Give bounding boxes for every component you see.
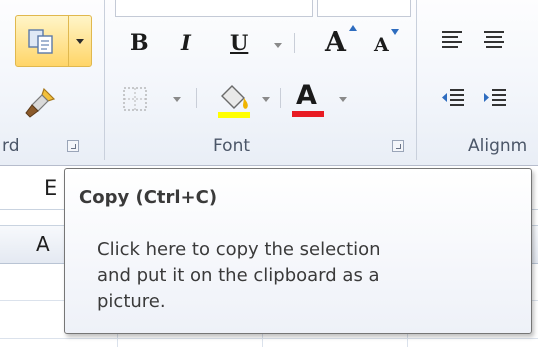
clipboard-dialog-launcher[interactable] bbox=[67, 140, 79, 152]
font-color-button[interactable]: A bbox=[296, 80, 317, 111]
divider bbox=[294, 33, 295, 53]
ribbon: rd B I U A A A Font Alignm bbox=[0, 0, 538, 166]
fill-color-dropdown-icon[interactable] bbox=[262, 97, 270, 102]
tooltip-body-line: and put it on the clipboard as a bbox=[97, 265, 380, 286]
increase-indent-icon[interactable] bbox=[482, 86, 508, 112]
tooltip-body-line: picture. bbox=[97, 291, 166, 312]
shrink-arrow-icon bbox=[391, 29, 399, 35]
italic-button[interactable]: I bbox=[181, 30, 191, 55]
tooltip-body: Click here to copy the selection and put… bbox=[97, 237, 517, 315]
name-box[interactable]: E bbox=[44, 176, 57, 200]
borders-icon[interactable] bbox=[122, 86, 148, 112]
shrink-font-button[interactable]: A bbox=[374, 34, 389, 56]
font-group-label: Font bbox=[213, 136, 251, 156]
tooltip-body-line: Click here to copy the selection bbox=[97, 239, 381, 260]
copy-button[interactable] bbox=[15, 15, 92, 67]
font-dialog-launcher[interactable] bbox=[392, 140, 404, 152]
decrease-indent-icon[interactable] bbox=[440, 86, 466, 112]
group-separator bbox=[104, 0, 105, 160]
grid-line bbox=[0, 338, 538, 339]
chevron-down-icon bbox=[76, 38, 84, 44]
font-color-dropdown-icon[interactable] bbox=[339, 97, 347, 102]
group-separator bbox=[416, 0, 417, 160]
format-painter-icon bbox=[25, 87, 56, 118]
fill-color-icon[interactable] bbox=[216, 80, 254, 120]
alignment-group-label: Alignm bbox=[468, 136, 528, 156]
grow-arrow-icon bbox=[349, 25, 357, 31]
underline-button[interactable]: U bbox=[230, 30, 248, 55]
copy-options-dropdown[interactable] bbox=[69, 16, 91, 66]
format-painter-button[interactable] bbox=[15, 80, 67, 124]
font-color-bar bbox=[292, 111, 324, 117]
align-middle-icon[interactable] bbox=[482, 28, 506, 52]
copy-icon[interactable] bbox=[16, 16, 69, 66]
column-header-a[interactable]: A bbox=[36, 232, 50, 256]
font-name-combo[interactable] bbox=[115, 0, 313, 17]
tooltip-title: Copy (Ctrl+C) bbox=[79, 187, 218, 208]
underline-dropdown-icon[interactable] bbox=[274, 43, 282, 48]
grow-font-button[interactable]: A bbox=[325, 27, 346, 58]
copy-tooltip: Copy (Ctrl+C) Click here to copy the sel… bbox=[64, 168, 532, 334]
borders-dropdown-icon[interactable] bbox=[173, 97, 181, 102]
divider bbox=[280, 88, 281, 108]
font-size-combo[interactable] bbox=[317, 0, 411, 17]
divider bbox=[196, 88, 197, 108]
align-top-icon[interactable] bbox=[440, 28, 464, 52]
clipboard-group-label: rd bbox=[2, 136, 20, 156]
bold-button[interactable]: B bbox=[130, 30, 149, 56]
